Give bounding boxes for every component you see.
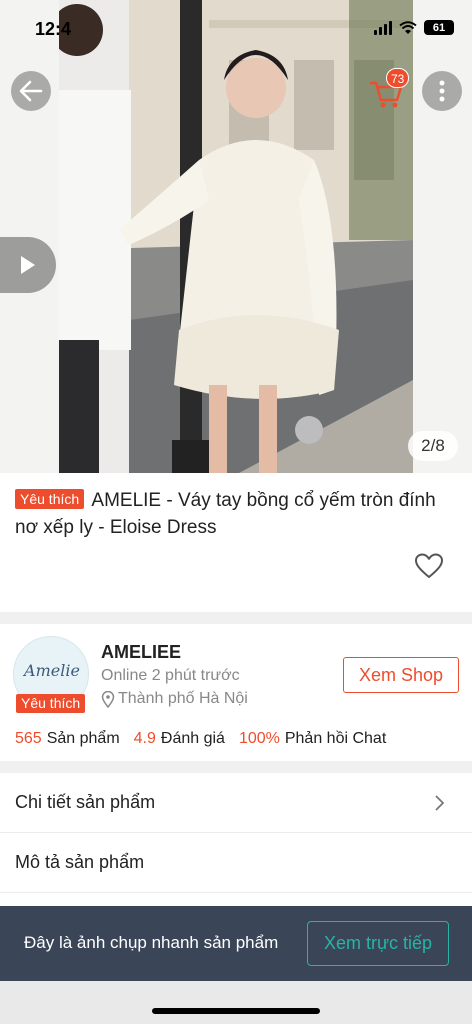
product-photo xyxy=(59,0,413,473)
shop-location-text: Thành phố Hà Nội xyxy=(118,690,248,707)
stat-value: 100% xyxy=(238,730,280,747)
stat-rating: 4.9 Đánh giá xyxy=(134,730,225,748)
shop-favorite-badge: Yêu thích xyxy=(16,694,86,713)
view-live-button[interactable]: Xem trực tiếp xyxy=(307,921,449,966)
wifi-icon xyxy=(399,20,417,34)
snapshot-notice-bar: Đây là ảnh chụp nhanh sản phẩm Xem trực … xyxy=(0,906,472,981)
chevron-right-icon xyxy=(435,795,444,811)
product-details-row[interactable]: Chi tiết sản phẩm xyxy=(0,773,472,833)
product-details-label: Chi tiết sản phẩm xyxy=(15,792,156,812)
status-bar: 12:4 61 xyxy=(0,0,472,56)
stat-products: 565 Sản phẩm xyxy=(15,730,120,748)
battery-indicator: 61 xyxy=(424,20,454,35)
product-description-row[interactable]: Mô tả sản phẩm xyxy=(0,833,472,893)
more-options-button[interactable] xyxy=(422,71,462,111)
stat-chat-response: 100% Phản hồi Chat xyxy=(239,730,386,748)
more-vertical-icon xyxy=(439,80,445,102)
home-indicator[interactable] xyxy=(152,1008,320,1014)
image-counter: 2/8 xyxy=(408,431,458,461)
status-icons: 61 xyxy=(374,20,454,35)
view-shop-button[interactable]: Xem Shop xyxy=(343,657,459,693)
play-video-button[interactable] xyxy=(0,237,56,293)
stat-label: Đánh giá xyxy=(160,730,225,747)
status-time: 12:4 xyxy=(35,19,72,39)
product-title-block: Yêu thích AMELIE - Váy tay bồng cổ yếm t… xyxy=(15,487,460,541)
play-icon xyxy=(21,256,35,274)
section-divider xyxy=(0,761,472,773)
heart-icon xyxy=(415,553,443,578)
snapshot-notice-text: Đây là ảnh chụp nhanh sản phẩm xyxy=(24,933,279,952)
favorite-badge: Yêu thích xyxy=(15,489,85,509)
stat-label: Phản hồi Chat xyxy=(284,730,387,747)
shop-location: Thành phố Hà Nội xyxy=(101,690,248,708)
cart-button[interactable]: 73 xyxy=(366,68,410,111)
arrow-left-icon xyxy=(19,80,43,102)
product-image-gallery[interactable]: 12:4 61 73 2/8 xyxy=(0,0,472,473)
product-description-label: Mô tả sản phẩm xyxy=(15,852,145,872)
shop-logo-text: Amelie xyxy=(24,661,80,680)
like-button[interactable] xyxy=(414,552,444,580)
cart-count-badge: 73 xyxy=(386,68,410,88)
shop-name[interactable]: AMELIEE xyxy=(101,642,181,663)
location-pin-icon xyxy=(101,690,115,708)
signal-icon xyxy=(374,20,392,35)
bottom-safe-area xyxy=(0,981,472,1024)
stat-value: 565 xyxy=(15,730,42,747)
stat-value: 4.9 xyxy=(133,730,156,747)
shop-online-status: Online 2 phút trước xyxy=(101,667,240,684)
back-button[interactable] xyxy=(11,71,51,111)
shop-stats: 565 Sản phẩm 4.9 Đánh giá 100% Phản hồi Cha… xyxy=(15,730,386,748)
section-divider xyxy=(0,612,472,624)
stat-label: Sản phẩm xyxy=(46,730,120,747)
